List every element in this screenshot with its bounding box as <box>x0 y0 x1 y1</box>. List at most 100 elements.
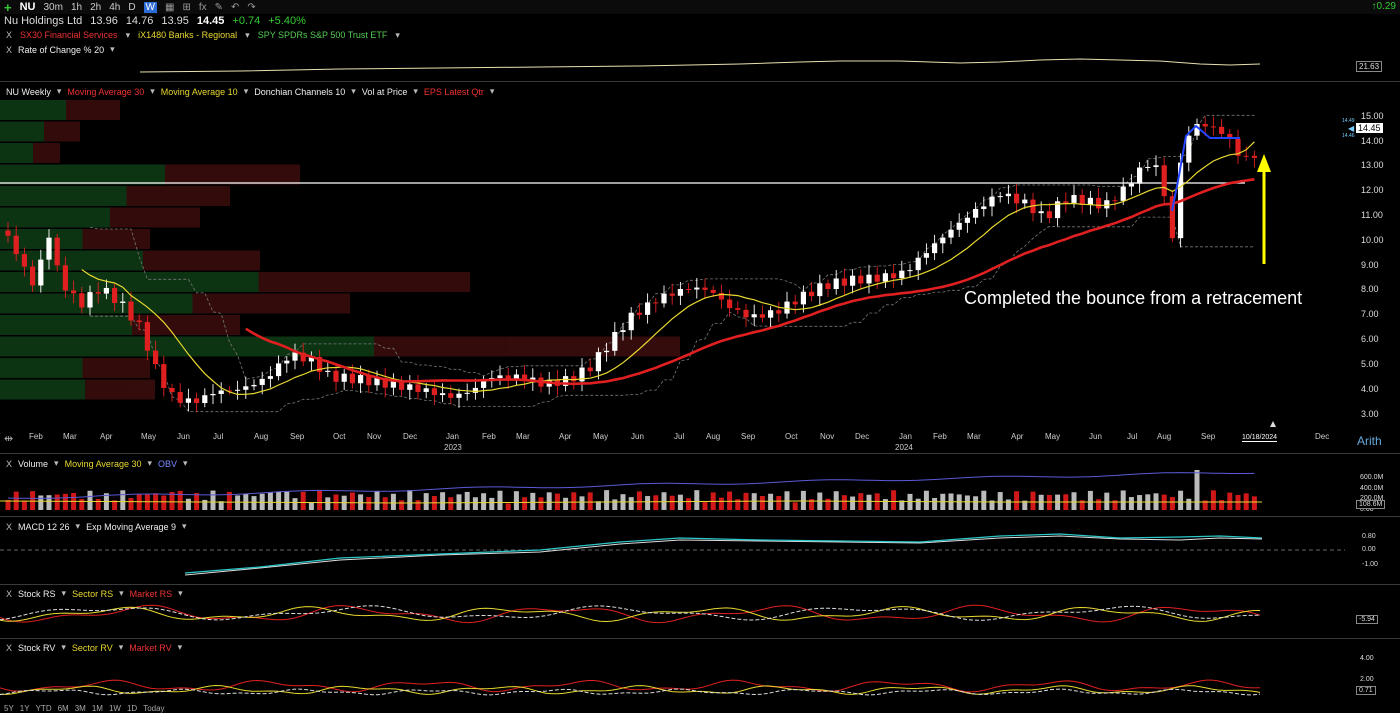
range-ytd[interactable]: YTD <box>36 704 52 713</box>
range-6m[interactable]: 6M <box>58 704 69 713</box>
volume-bar <box>628 497 634 510</box>
volume-bar <box>95 498 101 510</box>
volume-bar <box>1071 492 1077 510</box>
volume-bar <box>1194 470 1200 510</box>
tf-w[interactable]: W <box>143 1 157 13</box>
vap-up-bar <box>0 315 132 335</box>
volume-label[interactable]: Volume <box>18 459 48 469</box>
candle-body <box>677 288 683 296</box>
volume-bar <box>448 497 454 510</box>
vap-up-bar <box>0 186 127 206</box>
rs-panel <box>0 604 1261 624</box>
candle-body <box>571 376 577 382</box>
zoom-icon[interactable]: ⇹ <box>4 432 13 445</box>
candle-body <box>407 384 413 390</box>
range-today[interactable]: Today <box>143 704 164 713</box>
candle-body <box>964 217 970 223</box>
month-label: Jun <box>177 432 190 441</box>
compare-spy[interactable]: SPY SPDRs S&P 500 Trust ETF <box>258 30 388 40</box>
tf-d[interactable]: D <box>128 2 135 13</box>
volume-bar <box>456 494 462 510</box>
volume-bar <box>587 492 593 510</box>
quote-open: 13.96 <box>90 15 118 27</box>
vap-label[interactable]: Vol at Price <box>362 87 408 97</box>
last-price-tag: 14.45 <box>1356 123 1383 133</box>
volume-bar <box>382 497 388 510</box>
volume-bar <box>1087 490 1093 510</box>
scale-mode[interactable]: Arith <box>1357 434 1382 448</box>
close-icon[interactable]: X <box>6 459 12 469</box>
candle-body <box>620 330 626 332</box>
candle-body <box>1022 199 1028 204</box>
range-1y[interactable]: 1Y <box>20 704 30 713</box>
compare-ix1480[interactable]: iX1480 Banks - Regional <box>138 30 237 40</box>
candle-body <box>21 254 27 267</box>
volume-bar <box>472 497 478 510</box>
month-label: Nov <box>820 432 835 441</box>
volume-bar <box>800 490 806 510</box>
undo-icon[interactable]: ↶ <box>231 2 239 13</box>
indicator-icon[interactable]: fx <box>199 2 207 13</box>
price-label: 14.00 <box>1361 136 1384 146</box>
draw-icon[interactable]: ✎ <box>215 2 223 13</box>
range-1d[interactable]: 1D <box>127 704 137 713</box>
tf-2h[interactable]: 2h <box>90 2 101 13</box>
volume-bar <box>276 492 282 510</box>
volume-bar <box>366 497 372 510</box>
volume-bar <box>923 490 929 510</box>
volume-bar <box>768 493 774 510</box>
candle-body <box>440 393 446 396</box>
scroll-triangle <box>1270 421 1276 427</box>
volume-bar <box>161 495 167 510</box>
tf-1h[interactable]: 1h <box>71 2 82 13</box>
candle-body <box>13 235 19 255</box>
compare-line: X SX30 Financial Services ▾ iX1480 Banks … <box>6 29 400 41</box>
price-chart[interactable] <box>0 96 1400 436</box>
range-3m[interactable]: 3M <box>75 704 86 713</box>
candle-body <box>923 253 929 258</box>
main-title[interactable]: NU Weekly <box>6 87 51 97</box>
tf-4h[interactable]: 4h <box>109 2 120 13</box>
volume-bar <box>735 499 741 510</box>
candle-body <box>932 243 938 254</box>
vap-down-bar <box>165 164 300 185</box>
symbol-input[interactable]: NU <box>20 1 36 13</box>
compare-icon[interactable]: ⊞ <box>182 2 190 13</box>
roc-panel <box>139 58 1261 73</box>
volume-bar <box>1128 497 1134 510</box>
candle-body <box>71 290 77 294</box>
candle-body <box>768 310 774 318</box>
add-icon[interactable]: + <box>4 0 12 15</box>
month-label: Apr <box>1011 432 1024 441</box>
volume-bar <box>464 491 470 510</box>
volume-bar <box>79 499 85 510</box>
range-1m[interactable]: 1M <box>92 704 103 713</box>
candle-body <box>177 392 183 403</box>
ma10-label[interactable]: Moving Average 10 <box>161 87 238 97</box>
volume-bar <box>661 492 667 510</box>
price-label: 12.00 <box>1361 185 1384 195</box>
candle-body <box>874 274 880 282</box>
compare-sx30[interactable]: SX30 Financial Services <box>20 30 118 40</box>
arrow-head <box>1257 154 1271 172</box>
ma30-label[interactable]: Moving Average 30 <box>67 87 144 97</box>
close-icon[interactable]: X <box>6 30 12 40</box>
vol-ma-label[interactable]: Moving Average 30 <box>65 459 142 469</box>
candle-body <box>1186 135 1192 163</box>
candle-body <box>259 378 265 385</box>
candle-body <box>948 229 954 238</box>
volume-bar <box>981 490 987 510</box>
range-1w[interactable]: 1W <box>109 704 121 713</box>
volume-bar <box>669 495 675 510</box>
redo-icon[interactable]: ↷ <box>247 2 255 13</box>
donchian-label[interactable]: Donchian Channels 10 <box>254 87 345 97</box>
eps-label[interactable]: EPS Latest Qtr <box>424 87 484 97</box>
range-5y[interactable]: 5Y <box>4 704 14 713</box>
tf-30m[interactable]: 30m <box>43 2 62 13</box>
candle-body <box>423 388 429 392</box>
chart-type-icon[interactable]: ▦ <box>165 2 174 13</box>
candle-body <box>817 283 823 297</box>
price-label: 3.00 <box>1361 409 1379 419</box>
volume-bar <box>1169 497 1175 510</box>
obv-label[interactable]: OBV <box>158 459 177 469</box>
